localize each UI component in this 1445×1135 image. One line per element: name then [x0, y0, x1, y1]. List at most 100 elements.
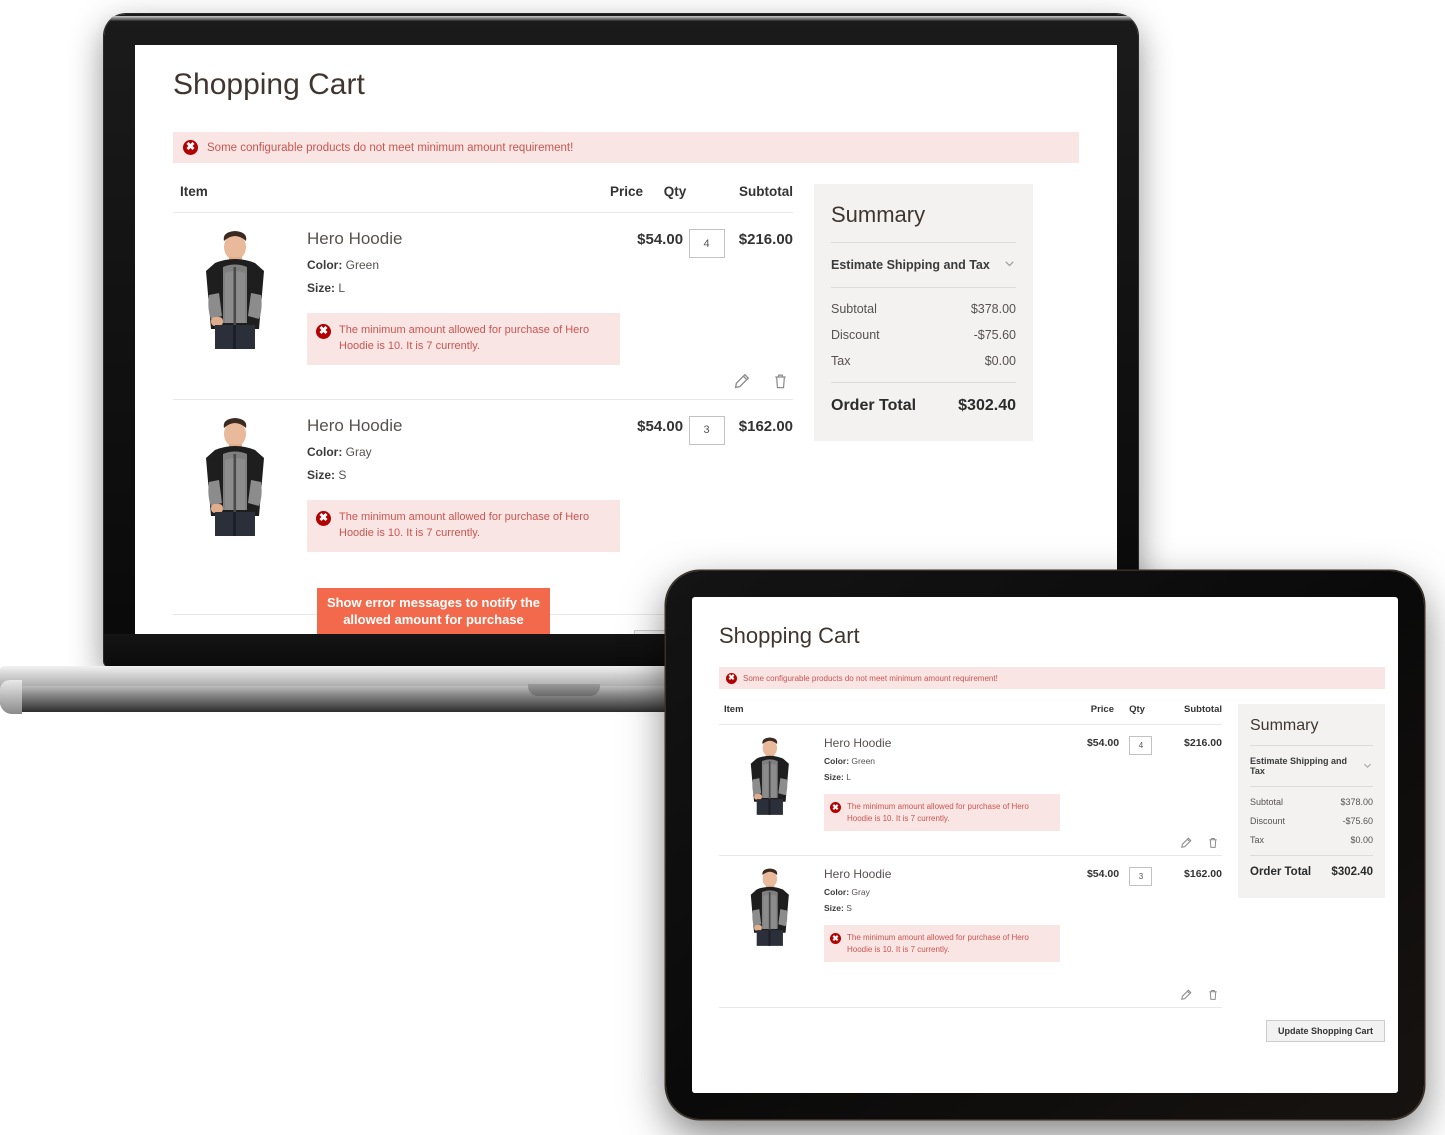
mockup-stage: Shopping Cart ✖ Some configurable produc…: [0, 0, 1445, 1135]
estimate-shipping-and-tax-toggle[interactable]: Estimate Shipping and Tax: [1250, 756, 1373, 776]
summary-label: Subtotal: [831, 302, 877, 316]
update-shopping-cart-button[interactable]: Update Shopping Cart: [1266, 1020, 1385, 1043]
laptop-base-notch: [528, 684, 600, 696]
header-price: Price: [1090, 704, 1114, 715]
item-qty-cell: 3: [1119, 867, 1163, 962]
summary-panel: Summary Estimate Shipping and Tax Subtot…: [1238, 704, 1385, 898]
annotation-callout-text: Show error messages to notify the allowe…: [326, 595, 541, 627]
order-total-label: Order Total: [831, 397, 917, 414]
option-size: Size: L: [307, 281, 620, 295]
summary-divider: [1250, 786, 1373, 787]
error-circle-icon: ✖: [316, 510, 331, 526]
tablet-cart-page: Shopping Cart ✖ Some configurable produc…: [692, 623, 1398, 1093]
summary-row-tax: Tax $0.00: [831, 354, 1016, 368]
option-color: Color: Gray: [307, 445, 620, 459]
cart-items-column: Item Price Qty Subtotal Hero Hoodie Colo…: [173, 184, 793, 634]
item-subtotal: $216.00: [738, 231, 794, 248]
item-error-text: The minimum amount allowed for purchase …: [847, 802, 1029, 823]
option-color-label: Color:: [824, 756, 850, 766]
option-color-label: Color:: [307, 444, 343, 459]
item-error-message: ✖ The minimum amount allowed for purchas…: [307, 499, 620, 552]
item-error-text: The minimum amount allowed for purchase …: [339, 510, 590, 539]
summary-row-subtotal: Subtotal $378.00: [831, 302, 1016, 316]
order-total-row: Order Total $302.40: [1250, 866, 1373, 878]
estimate-label: Estimate Shipping and Tax: [831, 258, 990, 272]
cart-layout: Item Price Qty Subtotal Hero Hoodie Colo…: [173, 184, 1079, 634]
summary-value: -$75.60: [973, 328, 1016, 342]
option-size: Size: S: [307, 468, 620, 482]
summary-divider: [831, 287, 1016, 288]
laptop-base-top: [0, 666, 770, 688]
item-price: $54.00: [637, 417, 684, 435]
qty-input[interactable]: 4: [1129, 736, 1153, 755]
summary-value: -$75.60: [1342, 816, 1373, 826]
page-title: Shopping Cart: [719, 623, 860, 648]
error-circle-icon: ✖: [316, 324, 331, 339]
global-error-text: Some configurable products do not meet m…: [207, 141, 574, 154]
pencil-icon[interactable]: [1180, 989, 1192, 1001]
cart-layout: Item Price Qty Subtotal Hero Hoodie Colo…: [719, 704, 1385, 1009]
summary-divider: [1250, 745, 1373, 746]
header-item: Item: [724, 704, 744, 715]
trash-icon[interactable]: [772, 373, 789, 390]
summary-row-subtotal: Subtotal $378.00: [1250, 797, 1373, 807]
summary-value: $378.00: [1340, 797, 1373, 807]
product-name[interactable]: Hero Hoodie: [307, 229, 620, 249]
option-color-value: Gray: [345, 444, 372, 459]
cart-footer: Update Shopping Cart: [692, 1008, 1398, 1043]
summary-divider: [831, 242, 1016, 243]
header-qty: Qty: [663, 184, 687, 199]
item-qty-cell: 4: [683, 229, 730, 365]
option-size-label: Size:: [307, 281, 336, 295]
laptop-screen: Shopping Cart ✖ Some configurable produc…: [135, 45, 1117, 634]
estimate-label: Estimate Shipping and Tax: [1250, 756, 1348, 776]
table-row: Hero Hoodie Color: Gray Size: S ✖ The mi…: [173, 400, 793, 552]
item-details: Hero Hoodie Color: Green Size: L ✖ The m…: [281, 229, 620, 365]
item-error-message: ✖ The minimum amount allowed for purchas…: [824, 794, 1060, 832]
tablet-screen: Shopping Cart ✖ Some configurable produc…: [692, 597, 1398, 1093]
laptop-base-foot: [0, 680, 22, 714]
row-action-bar: [173, 365, 793, 399]
cart-items-column: Item Price Qty Subtotal Hero Hoodie Colo…: [719, 704, 1222, 1009]
item-price: $54.00: [637, 231, 684, 248]
item-error-text: The minimum amount allowed for purchase …: [339, 324, 590, 352]
pencil-icon[interactable]: [1180, 837, 1192, 849]
summary-label: Discount: [831, 328, 880, 342]
order-total-label: Order Total: [1250, 866, 1312, 878]
product-name[interactable]: Hero Hoodie: [307, 416, 620, 436]
trash-icon[interactable]: [1207, 989, 1219, 1001]
item-error-message: ✖ The minimum amount allowed for purchas…: [824, 925, 1060, 963]
item-details: Hero Hoodie Color: Gray Size: S ✖ The mi…: [800, 867, 1060, 963]
header-price: Price: [609, 184, 643, 199]
qty-input[interactable]: 4: [688, 229, 725, 258]
trash-icon[interactable]: [1207, 837, 1219, 849]
summary-value: $0.00: [1350, 835, 1373, 845]
chevron-down-icon: [1003, 257, 1016, 273]
item-price: $54.00: [1086, 868, 1120, 881]
pencil-icon[interactable]: [733, 373, 750, 390]
option-size-label: Size:: [824, 903, 844, 914]
item-subtotal: $162.00: [738, 417, 794, 435]
item-price: $54.00: [1086, 737, 1120, 749]
qty-input[interactable]: 3: [688, 415, 725, 445]
summary-title: Summary: [831, 202, 926, 227]
annotation-callout: Show error messages to notify the allowe…: [317, 588, 550, 634]
row-divider: [719, 1007, 1222, 1009]
product-name[interactable]: Hero Hoodie: [824, 736, 1060, 750]
summary-divider: [831, 382, 1016, 383]
order-total-value: $302.40: [958, 397, 1016, 414]
header-qty: Qty: [1129, 704, 1145, 715]
option-color-label: Color:: [307, 258, 343, 272]
cart-table-header: Item Price Qty Subtotal: [173, 184, 793, 212]
summary-title: Summary: [1250, 717, 1319, 734]
page-title: Shopping Cart: [173, 68, 365, 101]
item-error-message: ✖ The minimum amount allowed for purchas…: [307, 313, 620, 365]
qty-input[interactable]: 3: [1129, 867, 1153, 887]
item-qty-cell: 4: [1119, 736, 1163, 831]
item-qty-cell: 3: [683, 415, 730, 552]
product-name[interactable]: Hero Hoodie: [824, 867, 1060, 881]
order-total-value: $302.40: [1331, 866, 1373, 878]
summary-row-discount: Discount -$75.60: [831, 328, 1016, 342]
estimate-shipping-and-tax-toggle[interactable]: Estimate Shipping and Tax: [831, 257, 1016, 273]
option-size: Size: S: [824, 903, 1060, 913]
